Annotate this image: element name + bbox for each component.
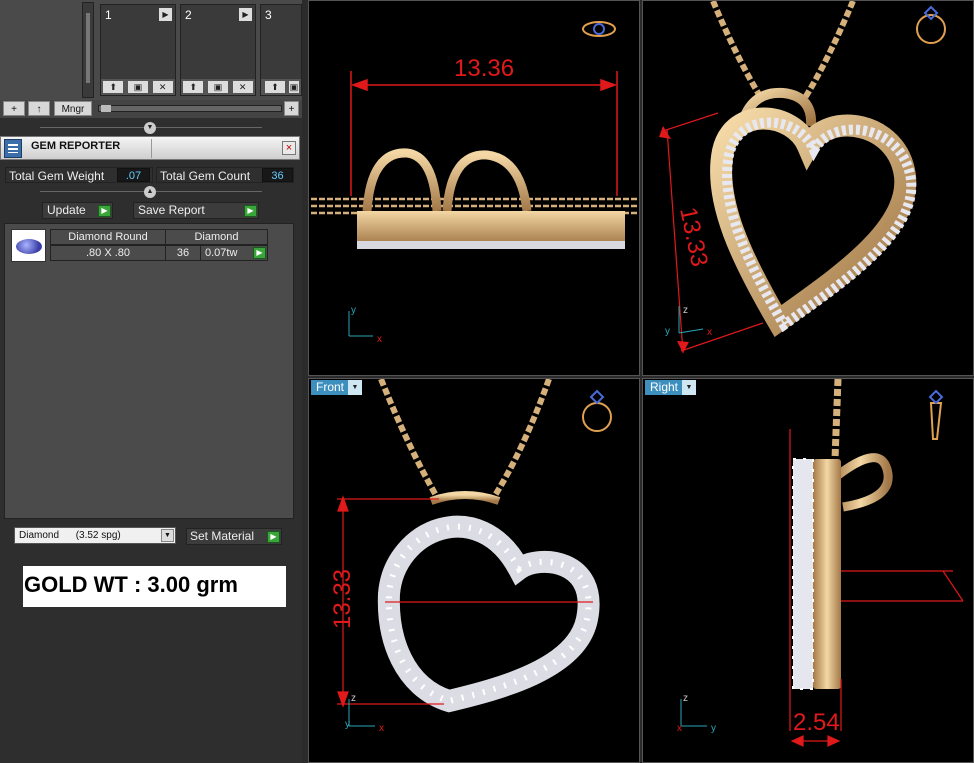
viewport-front[interactable]: Front ▼ z y x 13.33 xyxy=(308,378,640,763)
right-view-render: z x y xyxy=(677,379,964,747)
slot-number: 2 xyxy=(185,8,192,22)
diamond-round-icon xyxy=(11,229,46,262)
up-button[interactable]: ↑ xyxy=(28,101,50,116)
axis-y: y xyxy=(351,305,356,316)
material-selected: Diamond (3.52 spg) xyxy=(19,530,121,541)
axis-x: x xyxy=(677,723,682,734)
gem-reporter-header: GEM REPORTER × xyxy=(0,136,300,160)
ring-orientation-icon xyxy=(928,389,944,440)
slot-scrollbar[interactable] xyxy=(82,2,94,98)
ring-orientation-icon xyxy=(582,21,616,37)
material-select[interactable]: Diamond (3.52 spg) ▼ xyxy=(14,527,176,544)
go-arrow-icon[interactable]: ▶ xyxy=(267,531,280,543)
dimension-depth: 2.54 xyxy=(793,709,840,736)
gem-count: 36 xyxy=(165,245,201,261)
collapse-icon[interactable]: ▼ xyxy=(144,122,156,134)
save-report-label: Save Report xyxy=(138,203,205,217)
slot-buttons: ⬆ ▣ xyxy=(261,79,301,95)
viewport-right[interactable]: Right ▼ z x y 2.54 xyxy=(642,378,974,763)
dimension-height: 13.33 xyxy=(329,568,357,630)
slot-slider[interactable] xyxy=(98,105,282,112)
set-material-label: Set Material xyxy=(190,529,255,543)
viewport-perspective[interactable]: z y x 13.33 xyxy=(642,0,974,376)
slot-buttons: ⬆ ▣ ✕ xyxy=(181,79,255,95)
panel-divider[interactable]: ▼ xyxy=(0,122,302,134)
total-weight-value: .07 xyxy=(117,168,150,182)
axis-x: x xyxy=(379,723,384,734)
slot-number: 3 xyxy=(265,8,272,22)
go-arrow-icon[interactable]: ▶ xyxy=(253,247,266,259)
slot-buttons: ⬆ ▣ ✕ xyxy=(101,79,175,95)
update-label: Update xyxy=(47,203,86,217)
axis-x: x xyxy=(377,334,382,345)
ring-orientation-icon xyxy=(916,5,946,44)
gem-weight-value: 0.07tw xyxy=(205,247,238,259)
go-arrow-icon[interactable]: ▶ xyxy=(98,205,111,217)
slot-number: 1 xyxy=(105,8,112,22)
slider-knob[interactable] xyxy=(101,105,111,112)
delete-icon[interactable]: ✕ xyxy=(232,81,253,93)
axis-z: z xyxy=(351,693,356,704)
axis-y: y xyxy=(345,719,350,730)
gem-report-list: Diamond Round Diamond .80 X .80 36 0.07t… xyxy=(4,223,294,519)
add-right-button[interactable]: + xyxy=(284,101,299,116)
gem-size: .80 X .80 xyxy=(50,245,166,261)
gem-reporter-logo-icon xyxy=(4,139,22,158)
dimension-width: 13.36 xyxy=(454,55,515,82)
header-separator xyxy=(151,139,152,158)
perspective-view-render: z y x xyxy=(659,1,946,354)
add-button[interactable]: + xyxy=(3,101,25,116)
material-header: Diamond xyxy=(165,229,268,245)
load-icon[interactable]: ⬆ xyxy=(183,81,204,93)
shape-header: Diamond Round xyxy=(50,229,166,245)
slot-toolbar: + ↑ Mngr + xyxy=(0,100,302,118)
play-icon[interactable]: ▶ xyxy=(239,8,252,21)
slot-1[interactable]: 1 ▶ ⬆ ▣ ✕ xyxy=(100,4,176,96)
gem-weight: 0.07tw ▶ xyxy=(200,245,268,261)
panel-divider[interactable]: ▲ xyxy=(0,186,302,198)
save-icon[interactable]: ▣ xyxy=(127,81,148,93)
chevron-down-icon[interactable]: ▼ xyxy=(161,529,174,542)
go-arrow-icon[interactable]: ▶ xyxy=(244,205,257,217)
scrollbar-thumb[interactable] xyxy=(86,13,90,83)
load-icon[interactable]: ⬆ xyxy=(103,81,124,93)
stone-shape xyxy=(16,239,42,254)
axis-y: y xyxy=(665,326,670,337)
set-material-button[interactable]: Set Material ▶ xyxy=(186,528,282,545)
load-icon[interactable]: ⬆ xyxy=(265,81,285,93)
manager-button[interactable]: Mngr xyxy=(54,101,92,116)
slot-strip: 1 ▶ ⬆ ▣ ✕ 2 ▶ ⬆ ▣ ✕ 3 ⬆ ▣ xyxy=(0,0,302,100)
save-icon[interactable]: ▣ xyxy=(289,81,299,93)
slot-3[interactable]: 3 ⬆ ▣ xyxy=(260,4,302,96)
delete-icon[interactable]: ✕ xyxy=(152,81,173,93)
ring-orientation-icon xyxy=(582,389,612,432)
play-icon[interactable]: ▶ xyxy=(159,8,172,21)
total-count-value: 36 xyxy=(262,168,293,182)
axis-z: z xyxy=(683,305,688,316)
update-button[interactable]: Update ▶ xyxy=(42,202,113,219)
viewport-top[interactable]: y x 13.36 xyxy=(308,0,640,376)
front-view-render: z y x xyxy=(337,379,612,734)
left-panel: 1 ▶ ⬆ ▣ ✕ 2 ▶ ⬆ ▣ ✕ 3 ⬆ ▣ + ↑ Mngr + ▼ G… xyxy=(0,0,302,763)
save-report-button[interactable]: Save Report ▶ xyxy=(133,202,259,219)
expand-icon[interactable]: ▲ xyxy=(144,186,156,198)
axis-z: z xyxy=(683,693,688,704)
axis-x: x xyxy=(707,327,712,338)
gold-weight-label: GOLD WT : 3.00 grm xyxy=(23,566,286,607)
save-icon[interactable]: ▣ xyxy=(207,81,228,93)
slot-2[interactable]: 2 ▶ ⬆ ▣ ✕ xyxy=(180,4,256,96)
gem-reporter-title: GEM REPORTER xyxy=(31,140,121,152)
close-button[interactable]: × xyxy=(282,141,296,155)
axis-y: y xyxy=(711,723,716,734)
